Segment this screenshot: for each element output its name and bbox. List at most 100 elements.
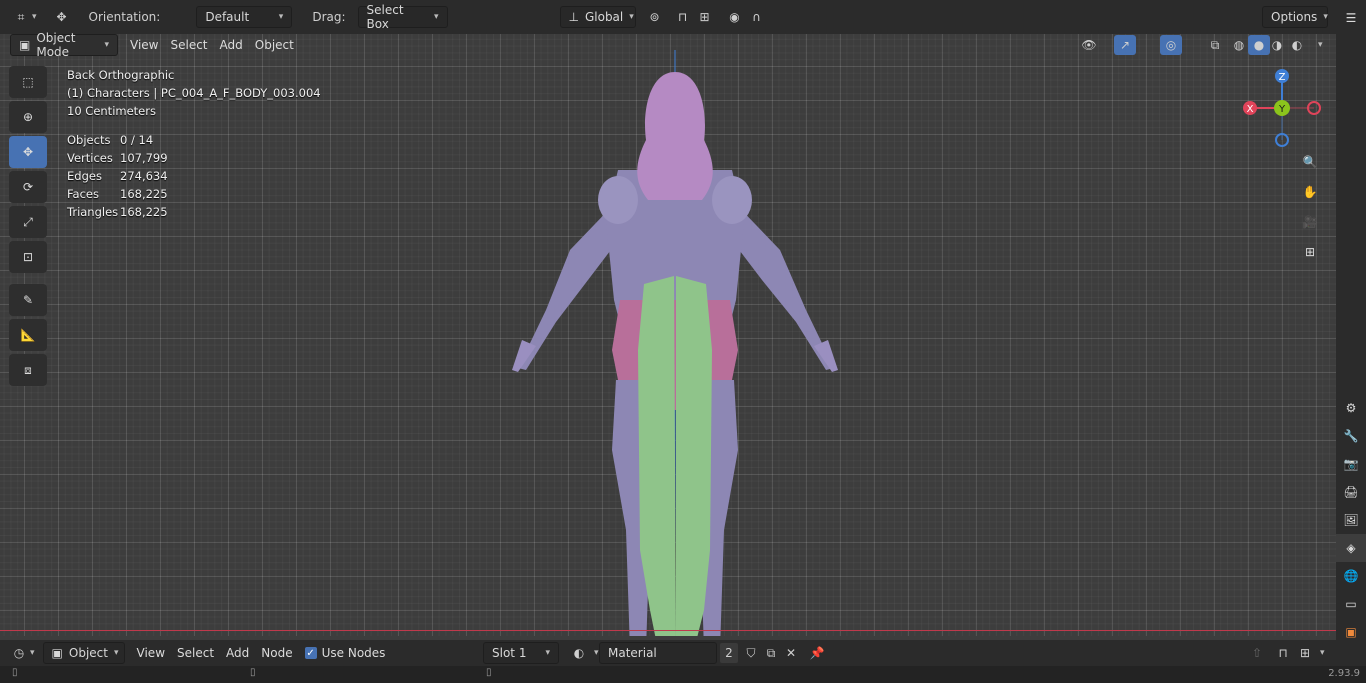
- use-nodes-label: Use Nodes: [321, 646, 386, 660]
- parent-node-tree-icon[interactable]: ⇧: [1246, 643, 1268, 663]
- stat-value: 274,634: [120, 169, 168, 183]
- xray-toggle-icon[interactable]: ⧉: [1204, 35, 1226, 55]
- chevron-down-icon[interactable]: ▾: [30, 648, 35, 658]
- pin-icon[interactable]: 📌: [806, 643, 828, 663]
- node-menu-add[interactable]: Add: [220, 643, 255, 663]
- orientation-value: Default: [205, 10, 250, 24]
- node-snap-icon[interactable]: ⊓: [1272, 643, 1294, 663]
- duplicate-material-icon[interactable]: ⧉: [760, 643, 782, 663]
- outliner-icon[interactable]: ☰: [1336, 4, 1366, 32]
- node-menu-node[interactable]: Node: [255, 643, 298, 663]
- pan-hand-icon[interactable]: ✋: [1296, 178, 1324, 206]
- tool-settings-icon[interactable]: ⌗: [10, 7, 32, 27]
- menu-view[interactable]: View: [124, 35, 164, 55]
- zoom-icon[interactable]: 🔍: [1296, 148, 1324, 176]
- grid-view-icon[interactable]: ⊞: [1296, 238, 1324, 266]
- overlays-toggle-icon[interactable]: ◎: [1160, 35, 1182, 55]
- snap-icon[interactable]: ⊓: [672, 7, 694, 27]
- left-shoulder: [598, 176, 638, 224]
- version-label: 2.93.9: [1328, 668, 1360, 679]
- orientation-dropdown[interactable]: Default ▾: [196, 6, 293, 28]
- falloff-icon[interactable]: ∩: [746, 7, 768, 27]
- slot-dropdown[interactable]: Slot 1 ▾: [483, 642, 559, 664]
- use-nodes-toggle[interactable]: ✓ Use Nodes: [299, 643, 392, 663]
- drag-dropdown[interactable]: Select Box ▾: [357, 3, 448, 31]
- view-layer-icon[interactable]: 🖼: [1336, 506, 1366, 534]
- tool-properties-icon[interactable]: ⚙: [1336, 394, 1366, 422]
- options-dropdown[interactable]: Options ▾: [1262, 6, 1328, 28]
- chevron-down-icon: ▾: [433, 12, 439, 22]
- render-properties-icon[interactable]: 📷: [1336, 450, 1366, 478]
- tool-header: ⌗ ▾ ✥ Orientation: Default ▾ Drag: Selec…: [0, 0, 1336, 34]
- stat-value: 168,225: [120, 187, 168, 201]
- camera-icon[interactable]: 🎥: [1296, 208, 1324, 236]
- snap-target-icon[interactable]: ⊞: [694, 7, 716, 27]
- material-users-count[interactable]: 2: [720, 643, 738, 663]
- material-browse-icon[interactable]: ◐: [568, 643, 590, 663]
- shader-type-dropdown[interactable]: ▣ Object ▾: [42, 642, 125, 664]
- chevron-down-icon[interactable]: ▾: [594, 648, 599, 658]
- chevron-down-icon: ▾: [545, 648, 550, 658]
- material-shading-icon[interactable]: ◑: [1266, 35, 1288, 55]
- chevron-down-icon[interactable]: ▾: [32, 12, 37, 22]
- rotate-tool[interactable]: ⟳: [9, 171, 47, 203]
- mouse-right-icon: ▯: [486, 667, 492, 678]
- chevron-down-icon[interactable]: ▾: [1320, 648, 1325, 658]
- wireframe-shading-icon[interactable]: ◍: [1228, 35, 1250, 55]
- mode-dropdown[interactable]: ▣ Object Mode ▾: [10, 31, 118, 59]
- unlink-material-close-icon[interactable]: ✕: [780, 643, 802, 663]
- tool-icon[interactable]: 🔧: [1336, 422, 1366, 450]
- material-name-field[interactable]: Material: [599, 642, 717, 664]
- chevron-down-icon: ▾: [629, 12, 634, 22]
- select-box-icon: ⬚: [22, 75, 34, 89]
- stat-label: Faces: [67, 187, 99, 201]
- pivot-point-icon[interactable]: ⊚: [644, 7, 666, 27]
- visibility-icon[interactable]: 👁: [1078, 35, 1100, 55]
- scale-tool[interactable]: ⤢: [9, 206, 47, 238]
- view-name: Back Orthographic: [67, 68, 175, 82]
- node-snap-target-icon[interactable]: ⊞: [1294, 643, 1316, 663]
- transform-tool[interactable]: ⊡: [9, 241, 47, 273]
- output-properties-icon[interactable]: 🖨: [1336, 478, 1366, 506]
- measure-tool[interactable]: 📐: [9, 319, 47, 351]
- rotate-icon: ⟳: [22, 180, 34, 194]
- object-mode-icon: ▣: [19, 38, 31, 52]
- editor-type-icon[interactable]: ◷: [8, 643, 30, 663]
- rendered-shading-icon[interactable]: ◐: [1286, 35, 1308, 55]
- add-cube-tool[interactable]: ⧈: [9, 354, 47, 386]
- navigation-gizmo[interactable]: Z X Y: [1236, 66, 1326, 156]
- proportional-editing-icon[interactable]: ◉: [724, 7, 746, 27]
- collection-properties-icon[interactable]: ▭: [1336, 590, 1366, 618]
- menu-object[interactable]: Object: [249, 35, 300, 55]
- options-label: Options: [1271, 10, 1318, 24]
- character-model[interactable]: [500, 50, 850, 636]
- slot-value: Slot 1: [492, 646, 527, 660]
- scene-properties-icon[interactable]: ◈: [1336, 534, 1366, 562]
- node-menu-select[interactable]: Select: [171, 643, 220, 663]
- cloth-panel-right: [676, 276, 712, 636]
- gizmo-toggle-icon[interactable]: ↗: [1114, 35, 1136, 55]
- menu-select[interactable]: Select: [164, 35, 213, 55]
- move-tool[interactable]: ✥: [9, 136, 47, 168]
- mode-value: Object Mode: [36, 31, 76, 59]
- transform-orientation-dropdown[interactable]: ⊥ Global ▾: [559, 6, 636, 28]
- annotate-tool[interactable]: ✎: [9, 284, 47, 316]
- cursor-tool[interactable]: ⊕: [9, 101, 47, 133]
- chevron-down-icon: ▾: [278, 12, 284, 22]
- add-cube-icon: ⧈: [24, 362, 32, 377]
- gizmo-x-label: X: [1247, 104, 1254, 115]
- hood: [637, 72, 713, 200]
- move-tool-icon[interactable]: ✥: [51, 7, 73, 27]
- annotate-icon: ✎: [22, 293, 34, 307]
- viewport-header: ▣ Object Mode ▾ View Select Add Object 👁…: [0, 31, 1336, 59]
- select-box-tool[interactable]: ⬚: [9, 66, 47, 98]
- status-bar: ▯ ▯ ▯ 2.93.9: [0, 666, 1366, 683]
- chevron-down-icon[interactable]: ▾: [1318, 40, 1323, 50]
- object-properties-icon[interactable]: ▣: [1336, 618, 1366, 646]
- viewport-info-overlay: Back Orthographic (1) Characters | PC_00…: [67, 66, 321, 221]
- stat-label: Vertices: [67, 151, 113, 165]
- fake-user-shield-icon[interactable]: ⛉: [740, 643, 762, 663]
- world-properties-icon[interactable]: 🌐: [1336, 562, 1366, 590]
- node-menu-view[interactable]: View: [131, 643, 171, 663]
- menu-add[interactable]: Add: [214, 35, 249, 55]
